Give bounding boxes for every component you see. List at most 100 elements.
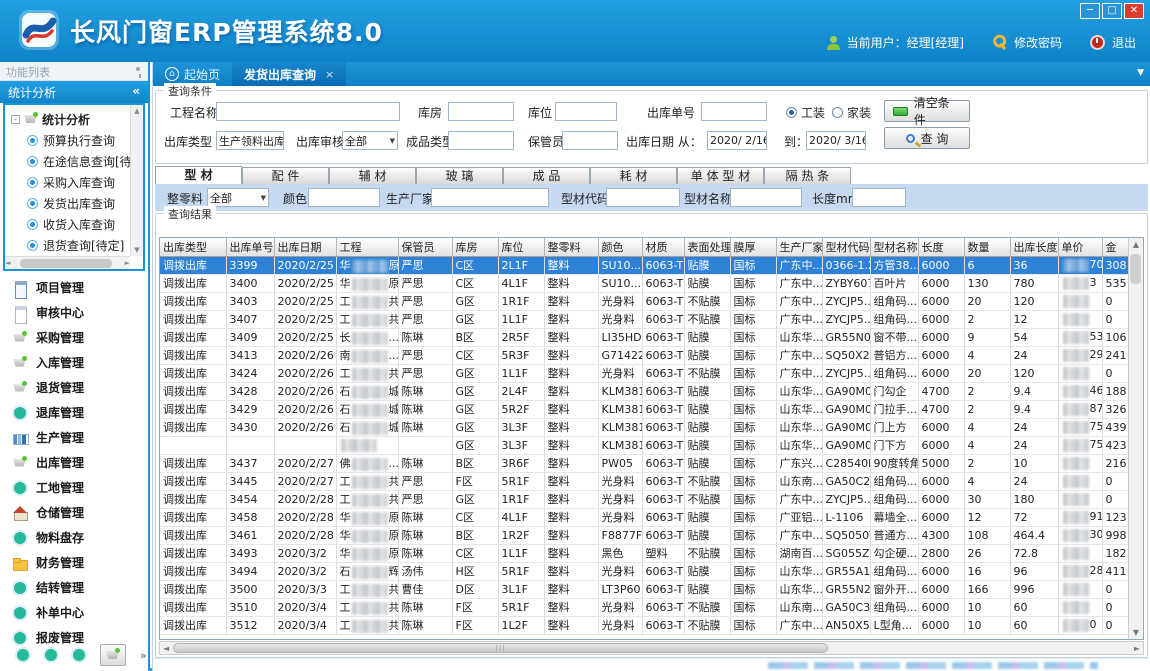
length-input[interactable] [852,188,906,207]
material-tab[interactable]: 型 材 [155,166,242,184]
tree-item[interactable]: 收货入库查询 [11,214,143,235]
manufacturer-input[interactable] [431,188,549,207]
column-header[interactable]: 型材名称 [870,238,918,256]
table-row[interactable]: 调拨出库 3512 2020/3/4 工共工程 陈琳 F区 1L2F 整料 光身… [160,616,1137,634]
column-header[interactable]: 整零料 [544,238,598,256]
table-row[interactable]: 调拨出库 3493 2020/3/2 华原... 陈琳 C区 1L1F 整料 黑… [160,544,1137,562]
sidebar-menu-item[interactable]: 补单中心 [0,600,148,625]
cart-toolbar-button[interactable] [100,644,126,666]
table-row[interactable]: 调拨出库 3400 2020/2/25 华原... 严思 C区 4L1F 整料 … [160,274,1137,292]
sidebar-menu-item[interactable]: 项目管理 [0,275,148,300]
tree-item[interactable]: 发货出库查询 [11,193,143,214]
green-dot-icon[interactable] [16,648,30,662]
sidebar-menu-item[interactable]: 仓储管理 [0,500,148,525]
tree-root-stats[interactable]: - 统计分析 [11,108,143,130]
table-vertical-scrollbar[interactable]: ▲ ▼ [1128,238,1143,639]
tree-item[interactable]: 退货查询[待定] [11,235,143,256]
tab-overflow-icon[interactable]: ▼ [1137,68,1144,78]
date-to-picker[interactable]: 2020/ 3/16 ▼ [806,131,866,150]
column-header[interactable]: 出库类型 [160,238,226,256]
table-row[interactable]: 调拨出库 3510 2020/3/4 工共工程 陈琳 F区 5R1F 整料 光身… [160,598,1137,616]
table-row[interactable]: 调拨出库 3424 2020/2/26 工共工程 严思 G区 1L1F 整料 光… [160,364,1137,382]
table-horizontal-scrollbar[interactable]: ◄ ||| ► [159,641,1144,655]
scroll-up-icon[interactable]: ▲ [134,107,139,115]
column-header[interactable]: 工程 [336,238,398,256]
out-type-select[interactable]: 生产领料出库 ▼ [216,131,284,150]
horizontal-scroll-thumb[interactable]: ||| [173,643,828,653]
material-tab[interactable]: 辅 材 [329,167,416,184]
keeper-input[interactable] [562,131,618,150]
column-header[interactable]: 出库长度 [1010,238,1058,256]
tab-close-icon[interactable]: × [325,68,334,81]
scroll-left-icon[interactable]: ◄ [5,259,10,267]
table-row[interactable]: 调拨出库 3407 2020/2/25 工共工程 严思 G区 1L1F 整料 光… [160,310,1137,328]
column-header[interactable]: 型材代码 [822,238,870,256]
table-row[interactable]: 调拨出库 3494 2020/3/2 石辉城 汤伟 H区 5R1F 整料 光身料… [160,562,1137,580]
material-tab[interactable]: 单 体 型 材 [677,167,764,184]
tree-horizontal-scrollbar[interactable]: ◄ ► [5,256,130,269]
scroll-right-icon[interactable]: ► [1134,644,1143,653]
project-name-input[interactable] [216,102,400,121]
location-input[interactable] [555,102,617,121]
column-header[interactable]: 长度 [918,238,964,256]
logout-link[interactable]: 退出 [1112,34,1136,51]
product-type-input[interactable] [448,131,514,150]
table-row[interactable]: 调拨出库 3409 2020/2/25 长... 陈琳 B区 2R5F 整料 L… [160,328,1137,346]
tree-expander-icon[interactable]: - [11,115,20,124]
sidebar-menu-item[interactable]: 退库管理 [0,400,148,425]
column-header[interactable]: 库房 [452,238,498,256]
table-row[interactable]: 调拨出库 3399 2020/2/25 华原... 严思 C区 2L1F 整料 … [160,256,1137,274]
material-tab[interactable]: 配 件 [242,167,329,184]
table-row[interactable]: 调拨出库 3430 2020/2/26 石城 陈琳 G区 3L3F 整料 KLM… [160,418,1137,436]
sidebar-menu-item[interactable]: 退货管理 [0,375,148,400]
close-button[interactable]: ✕ [1124,3,1144,19]
table-row[interactable]: 调拨出库 3454 2020/2/28 工共工程 严思 G区 1R1F 整料 光… [160,490,1137,508]
profile-code-input[interactable] [606,188,680,207]
material-tab[interactable]: 玻 璃 [416,167,503,184]
sidebar-menu-item[interactable]: 入库管理 [0,350,148,375]
material-tab[interactable]: 隔 热 条 [764,167,851,184]
table-row[interactable]: G区 3L3F 整料 KLM3817 6063-T5 贴膜 国标 山东华... … [160,436,1137,454]
table-row[interactable]: 调拨出库 3461 2020/2/28 华原... 陈琳 B区 1R2F 整料 … [160,526,1137,544]
material-tab[interactable]: 耗 材 [590,167,677,184]
table-row[interactable]: 调拨出库 3403 2020/2/25 工共工程 严思 G区 1R1F 整料 光… [160,292,1137,310]
sidebar-menu-item[interactable]: 采购管理 [0,325,148,350]
scroll-left-icon[interactable]: ◄ [160,644,169,653]
table-row[interactable]: 调拨出库 3429 2020/2/26 石城 陈琳 G区 5R2F 整料 KLM… [160,400,1137,418]
column-header[interactable]: 单价 [1058,238,1102,256]
table-row[interactable]: 调拨出库 3500 2020/3/3 工共工程 曹佳 D区 3L1F 整料 LT… [160,580,1137,598]
maximize-button[interactable]: □ [1102,3,1122,19]
order-no-input[interactable] [701,102,767,121]
green-dot-icon[interactable] [72,648,86,662]
vertical-scroll-thumb[interactable] [1130,254,1141,284]
collapse-icon[interactable]: « [132,84,140,98]
expand-icon[interactable]: » [140,649,147,662]
tree-vertical-scrollbar[interactable]: ▲ ▼ [130,105,143,256]
column-header[interactable]: 膜厚 [730,238,776,256]
column-header[interactable]: 保管员 [398,238,452,256]
column-header[interactable]: 生产厂家 [776,238,822,256]
scroll-up-icon[interactable]: ▲ [1133,240,1139,249]
sidebar-menu-item[interactable]: 物料盘存 [0,525,148,550]
tree-item[interactable]: 预算执行查询 [11,130,143,151]
search-button[interactable]: 查 询 [884,127,970,149]
green-dot-icon[interactable] [44,648,58,662]
sidebar-menu-item[interactable]: 审核中心 [0,300,148,325]
table-row[interactable]: 调拨出库 3413 2020/2/26 南... 严思 C区 5R3F 整料 G… [160,346,1137,364]
table-row[interactable]: 调拨出库 3445 2020/2/27 工共工程 严思 F区 5R1F 整料 光… [160,472,1137,490]
minimize-button[interactable]: ─ [1080,3,1100,19]
tree-item[interactable]: 在途信息查询[待 [11,151,143,172]
table-row[interactable]: 调拨出库 3437 2020/2/27 佛... 陈琳 B区 3R6F 整料 P… [160,454,1137,472]
date-from-picker[interactable]: 2020/ 2/16 ▼ [707,131,767,150]
column-header[interactable]: 数量 [964,238,1010,256]
profile-name-input[interactable] [730,188,802,207]
table-row[interactable]: 调拨出库 3458 2020/2/28 华原... 陈琳 C区 4L1F 整料 … [160,508,1137,526]
sidebar-menu-item[interactable]: 结转管理 [0,575,148,600]
scroll-thumb[interactable] [20,259,112,268]
sidebar-menu-item[interactable]: 生产管理 [0,425,148,450]
warehouse-input[interactable] [448,102,514,121]
pin-icon[interactable] [136,67,140,71]
radio-gongzhuang[interactable]: 工装 [786,104,825,121]
column-header[interactable]: 出库单号 [226,238,274,256]
sidebar-menu-item[interactable]: 工地管理 [0,475,148,500]
